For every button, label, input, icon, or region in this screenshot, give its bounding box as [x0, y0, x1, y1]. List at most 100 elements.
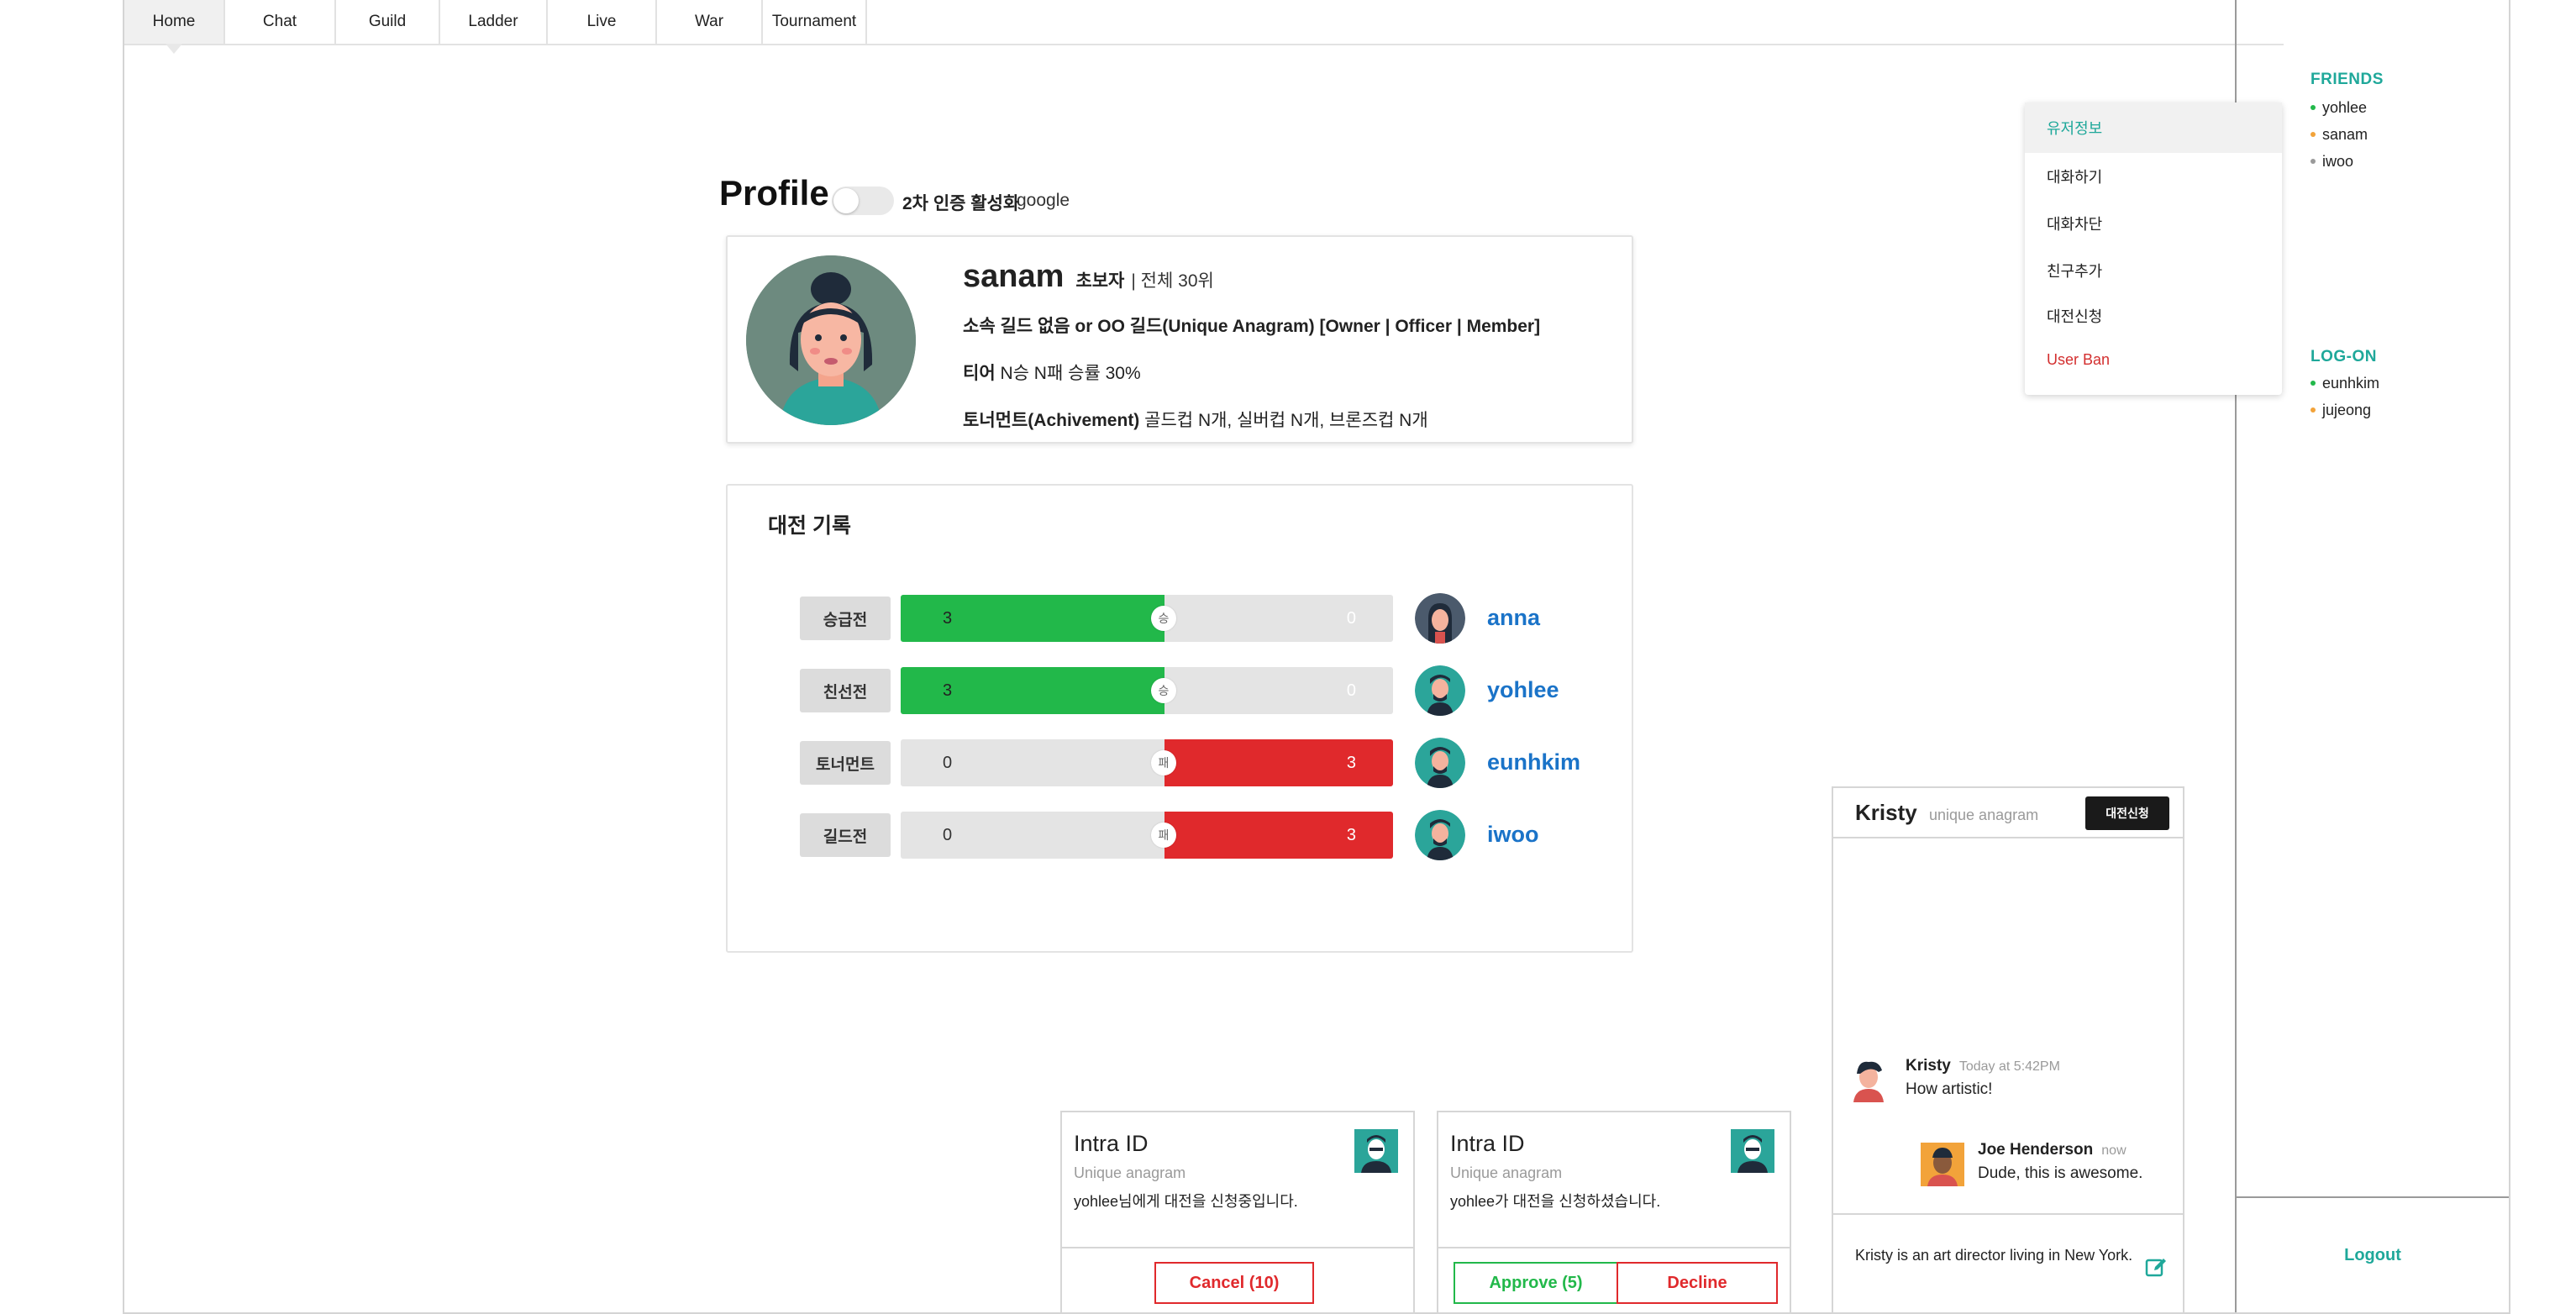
opponent-name[interactable]: iwoo [1487, 822, 1539, 848]
menu-item-challenge[interactable]: 대전신청 [2025, 294, 2282, 338]
opponent-avatar[interactable] [1415, 810, 1465, 860]
match-row: 친선전 3 0 승 yohlee [800, 665, 1590, 716]
message-time: Today at 5:42PM [1958, 1059, 2060, 1074]
result-badge: 승 [1151, 678, 1176, 703]
chat-partner-subtitle: unique anagram [1929, 807, 2039, 823]
top-nav: Home Chat Guild Ladder Live War Tourname… [124, 0, 2284, 54]
match-type: 토너먼트 [800, 741, 891, 785]
message-text: How artistic! [1906, 1080, 1993, 1098]
user-context-menu: 유저정보 대화하기 대화차단 친구추가 대전신청 User Ban [2025, 102, 2282, 395]
request-subtitle: Unique anagram [1074, 1164, 1186, 1181]
chat-message: Kristy Today at 5:42PM How artistic! [1906, 1057, 2060, 1099]
tab-tournament[interactable]: Tournament [763, 0, 867, 44]
offline-status-icon [2311, 159, 2316, 164]
opponent-name[interactable]: yohlee [1487, 677, 1559, 703]
edit-icon[interactable] [2144, 1255, 2168, 1279]
friend-name: sanam [2322, 125, 2368, 143]
friend-item-iwoo[interactable]: iwoo [2311, 148, 2368, 175]
tier-value: N승 N패 승률 30% [1000, 364, 1141, 383]
chat-bio: Kristy is an art director living in New … [1855, 1247, 2133, 1264]
profile-guild: 소속 길드 없음 or OO 길드(Unique Anagram) [Owner… [963, 317, 1541, 336]
tab-chat[interactable]: Chat [225, 0, 336, 44]
match-row: 승급전 3 0 승 anna [800, 593, 1590, 644]
tab-home[interactable]: Home [124, 0, 225, 54]
tab-ladder[interactable]: Ladder [440, 0, 548, 44]
my-score-bar: 3 [901, 667, 1164, 714]
request-text: yohlee님에게 대전을 신청중입니다. [1074, 1193, 1298, 1210]
menu-item-block-chat[interactable]: 대화차단 [2025, 200, 2282, 247]
tab-live[interactable]: Live [548, 0, 657, 44]
opp-score-bar: 0 [1164, 667, 1393, 714]
twofa-label: 2차 인증 활성화 [902, 194, 1020, 213]
online-status-icon [2311, 381, 2316, 386]
result-badge: 패 [1151, 823, 1176, 848]
opp-score: 3 [1346, 825, 1356, 844]
opp-score-bar: 3 [1164, 739, 1393, 786]
profile-tier: 티어 N승 N패 승률 30% [963, 360, 1141, 385]
approve-button[interactable]: Approve (5) [1454, 1262, 1618, 1304]
message-time: now [2101, 1143, 2127, 1158]
toggle-knob [833, 188, 859, 213]
twofa-toggle[interactable] [832, 187, 894, 215]
opponent-avatar[interactable] [1415, 738, 1465, 788]
avatar [1921, 1143, 1964, 1186]
request-title: Intra ID [1074, 1131, 1149, 1156]
incoming-request-card: Intra ID Unique anagram yohlee가 대전을 신청하셨… [1437, 1111, 1791, 1314]
menu-item-user-info[interactable]: 유저정보 [2025, 102, 2282, 153]
opp-score: 0 [1346, 608, 1356, 628]
outgoing-request-card: Intra ID Unique anagram yohlee님에게 대전을 신청… [1060, 1111, 1415, 1314]
sidebar-footer: Logout [2237, 1196, 2509, 1312]
friend-item-sanam[interactable]: sanam [2311, 121, 2368, 148]
decline-button[interactable]: Decline [1617, 1262, 1778, 1304]
avatar [1731, 1129, 1774, 1173]
my-score: 3 [943, 608, 953, 628]
logon-item-eunhkim[interactable]: eunhkim [2311, 370, 2379, 397]
menu-item-user-ban[interactable]: User Ban [2025, 338, 2282, 381]
tab-guild[interactable]: Guild [336, 0, 440, 44]
friend-item-yohlee[interactable]: yohlee [2311, 94, 2368, 121]
away-status-icon [2311, 132, 2316, 137]
match-type: 길드전 [800, 813, 891, 857]
profile-rank: | 전체 30위 [1131, 271, 1214, 291]
chat-footer: Kristy is an art director living in New … [1833, 1213, 2183, 1312]
request-text: yohlee가 대전을 신청하셨습니다. [1450, 1193, 1661, 1210]
logon-item-jujeong[interactable]: jujeong [2311, 397, 2379, 423]
opponent-avatar[interactable] [1415, 665, 1465, 716]
divider [1062, 1247, 1413, 1248]
twofa-provider: google [1017, 191, 1070, 210]
opponent-name[interactable]: eunhkim [1487, 749, 1580, 775]
challenge-button[interactable]: 대전신청 [2085, 796, 2169, 830]
opponent-avatar[interactable] [1415, 593, 1465, 644]
cancel-button[interactable]: Cancel (10) [1154, 1262, 1314, 1304]
logon-title: LOG-ON [2311, 348, 2377, 365]
message-text: Dude, this is awesome. [1978, 1164, 2143, 1182]
my-score-bar: 0 [901, 739, 1164, 786]
logout-button[interactable]: Logout [2344, 1246, 2401, 1265]
menu-item-start-chat[interactable]: 대화하기 [2025, 153, 2282, 200]
opp-score-bar: 0 [1164, 595, 1393, 642]
profile-achievement: 토너먼트(Achivement) 골드컵 N개, 실버컵 N개, 브론즈컵 N개 [963, 407, 1428, 432]
my-score: 0 [943, 825, 953, 844]
match-history-card: 대전 기록 승급전 3 0 승 anna 친선전 3 0 승 yohlee 토너… [726, 484, 1633, 953]
logon-list: eunhkim jujeong [2311, 370, 2379, 423]
chat-header: Kristy unique anagram 대전신청 [1833, 788, 2183, 838]
profile-name-line: sanam 초보자 | 전체 30위 [963, 259, 1214, 295]
away-status-icon [2311, 407, 2316, 413]
chat-window: Kristy unique anagram 대전신청 Kristy Today a… [1832, 786, 2184, 1314]
opp-score-bar: 3 [1164, 812, 1393, 859]
achievement-label: 토너먼트(Achivement) [963, 411, 1140, 430]
request-title: Intra ID [1450, 1131, 1525, 1156]
chat-message: Joe Henderson now Dude, this is awesome. [1978, 1141, 2142, 1183]
opponent-name[interactable]: anna [1487, 605, 1540, 631]
message-author: Kristy [1906, 1057, 1951, 1075]
result-badge: 승 [1151, 606, 1176, 631]
avatar [1354, 1129, 1398, 1173]
avatar [1845, 1055, 1892, 1102]
chat-partner-name: Kristy [1855, 800, 1917, 825]
menu-item-add-friend[interactable]: 친구추가 [2025, 247, 2282, 294]
logon-name: eunhkim [2322, 374, 2380, 392]
tab-war[interactable]: War [657, 0, 763, 44]
match-history-title: 대전 기록 [768, 514, 851, 538]
logon-name: jujeong [2322, 401, 2372, 418]
match-type: 승급전 [800, 597, 891, 640]
